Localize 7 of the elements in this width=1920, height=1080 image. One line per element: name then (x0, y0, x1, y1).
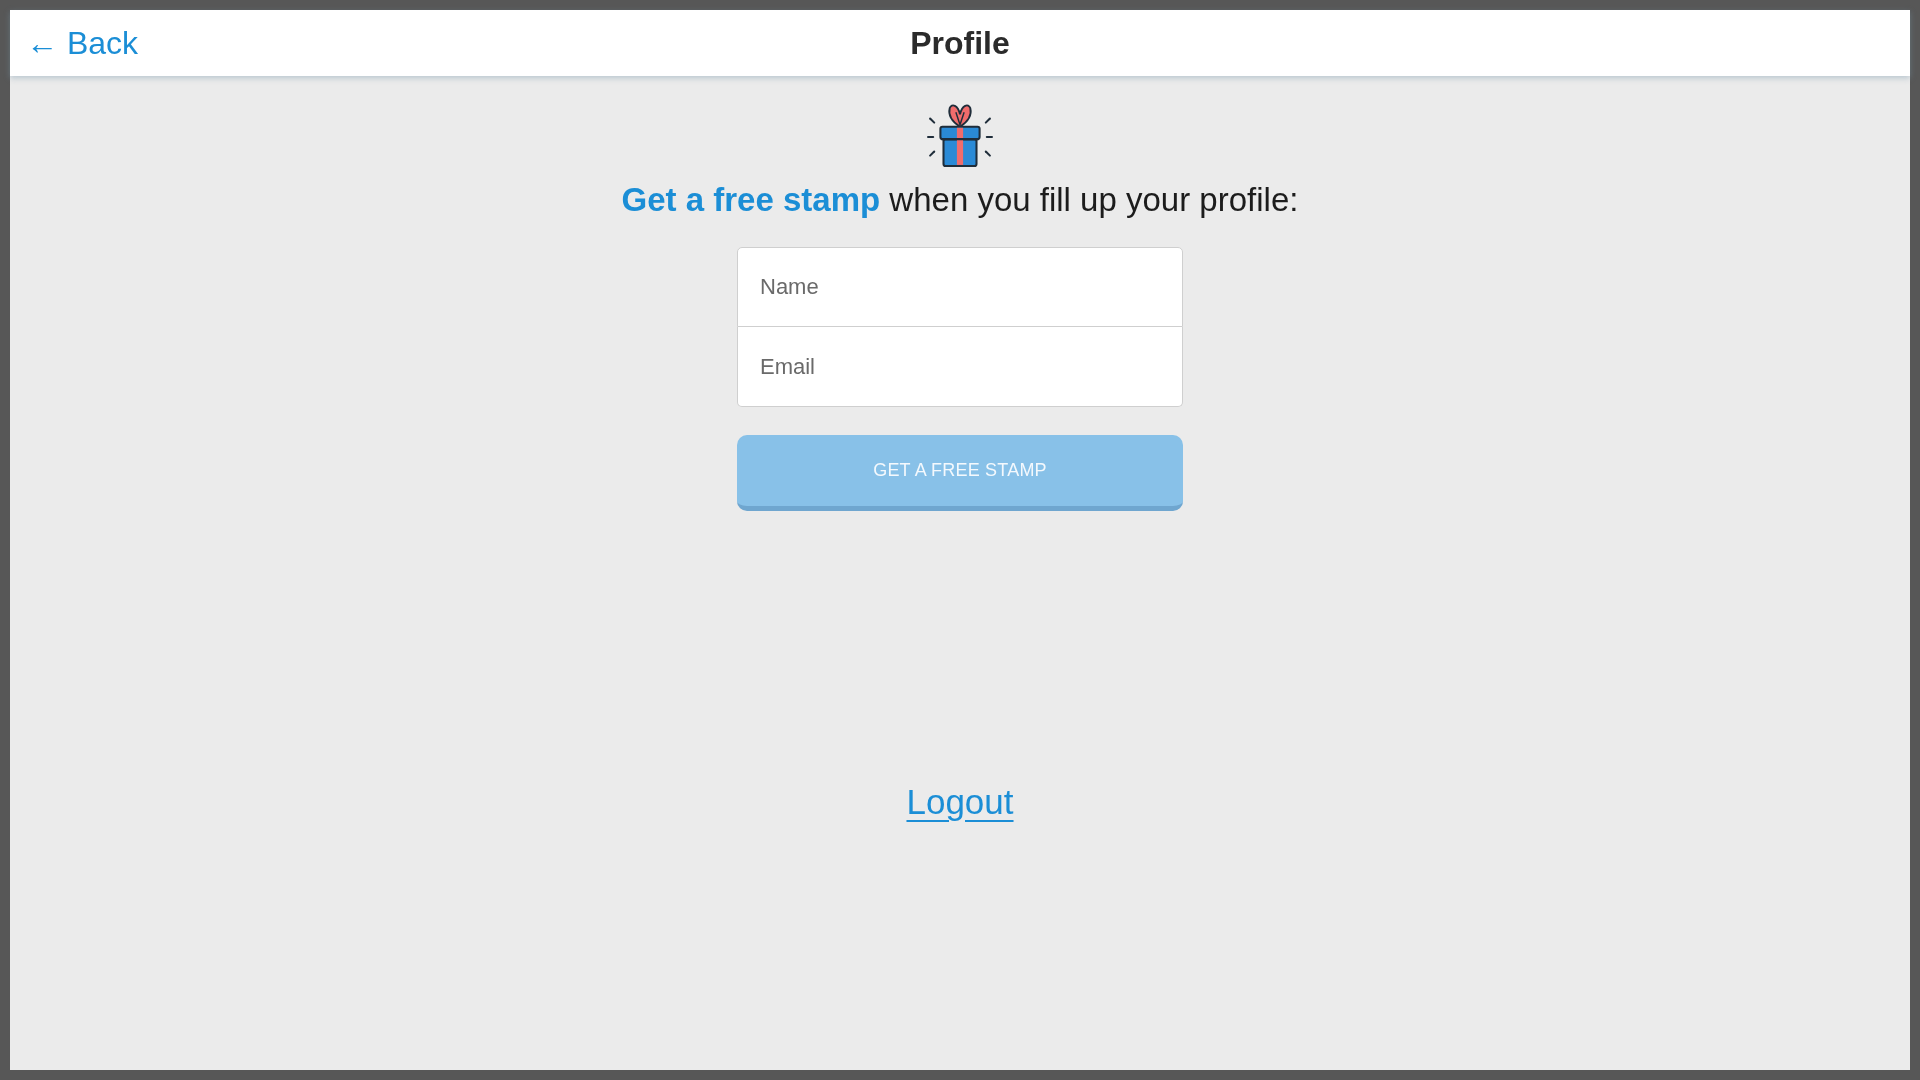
gift-icon (927, 102, 993, 168)
input-field[interactable]: Name (737, 247, 1183, 327)
input-field[interactable]: Email (737, 327, 1183, 407)
promo-headline: Get a free stamp when you fill up your profile: (621, 180, 1299, 220)
back-link[interactable]: ← Back (26, 23, 139, 63)
logout-link[interactable]: Logout (906, 780, 1014, 824)
page-title: Profile (910, 24, 1010, 63)
